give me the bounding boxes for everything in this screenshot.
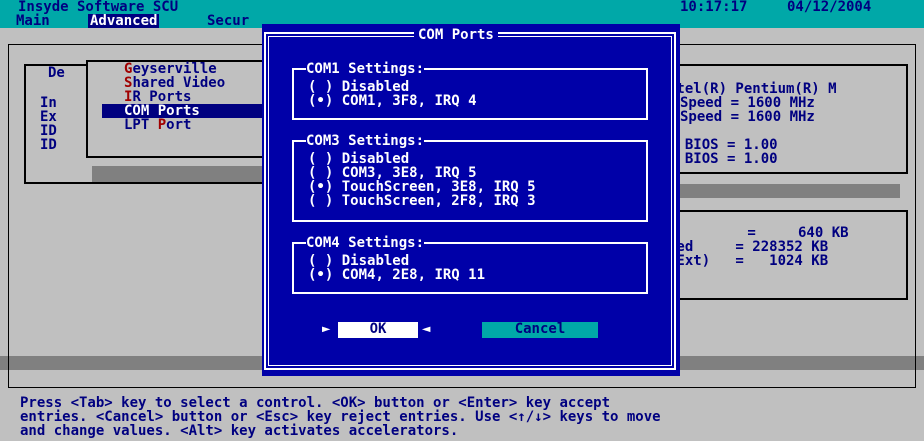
com3-option-touchscreen-3e8[interactable]: (•) TouchScreen, 3E8, IRQ 5: [308, 180, 536, 194]
com1-group-title: COM1 Settings:: [306, 61, 425, 77]
com4-option-port[interactable]: (•) COM4, 2E8, IRQ 11: [308, 268, 485, 282]
com1-option-disabled[interactable]: ( ) Disabled: [308, 80, 409, 94]
clock-date: 04/12/2004: [787, 0, 872, 15]
menu-item-ir-ports[interactable]: IR Ports: [124, 90, 195, 104]
com3-option-port[interactable]: ( ) COM3, 3E8, IRQ 5: [308, 166, 477, 180]
help-line: and change values. <Alt> key activates a…: [20, 423, 459, 439]
radio-button: ( ): [308, 193, 334, 209]
menu-security[interactable]: Secur: [205, 14, 251, 28]
menu-main[interactable]: Main: [14, 14, 52, 28]
ok-left-arrow: ►: [322, 321, 331, 337]
clock-time: 10:17:17: [680, 0, 748, 15]
cancel-button[interactable]: Cancel: [482, 322, 598, 338]
help-line: entries. <Cancel> button or <Esc> key re…: [20, 409, 661, 425]
ok-button[interactable]: OK: [338, 322, 418, 338]
option-label: COM4, 2E8, IRQ 11: [341, 267, 486, 283]
com1-option-port[interactable]: (•) COM1, 3F8, IRQ 4: [308, 94, 477, 108]
menu-item-com-ports[interactable]: COM Ports: [102, 104, 268, 118]
radio-button: (•): [308, 93, 334, 109]
com4-option-disabled[interactable]: ( ) Disabled: [308, 254, 409, 268]
radio-button: (•): [308, 267, 334, 283]
dialog-title: COM Ports: [414, 28, 498, 42]
title-bar: Insyde Software SCU 10:17:17 04/12/2004: [0, 0, 924, 14]
com3-option-touchscreen-2f8[interactable]: ( ) TouchScreen, 2F8, IRQ 3: [308, 194, 536, 208]
menu-advanced[interactable]: Advanced: [88, 14, 160, 28]
advanced-dropdown: Geyserville Shared Video IR Ports COM Po…: [86, 60, 278, 158]
menu-item-label: ort: [166, 117, 192, 133]
help-area: Press <Tab> key to select a control. <OK…: [0, 394, 924, 441]
ok-right-arrow: ◄: [422, 321, 431, 337]
menu-item-geyserville[interactable]: Geyserville: [124, 62, 221, 76]
app-title: Insyde Software SCU: [18, 0, 179, 15]
menu-item-shared-video[interactable]: Shared Video: [124, 76, 229, 90]
option-label: TouchScreen, 2F8, IRQ 3: [341, 193, 536, 209]
menu-item-label: LPT: [124, 117, 158, 133]
com3-option-disabled[interactable]: ( ) Disabled: [308, 152, 409, 166]
com4-group-title: COM4 Settings:: [306, 235, 425, 251]
com3-group-title: COM3 Settings:: [306, 133, 425, 149]
com-ports-dialog: COM Ports COM1 Settings: ( ) Disabled (•…: [262, 24, 680, 376]
accelerator-key: P: [157, 117, 167, 133]
help-line: Press <Tab> key to select a control. <OK…: [20, 395, 611, 411]
menu-item-lpt-port[interactable]: LPT Port: [124, 118, 195, 132]
option-label: COM1, 3F8, IRQ 4: [341, 93, 477, 109]
